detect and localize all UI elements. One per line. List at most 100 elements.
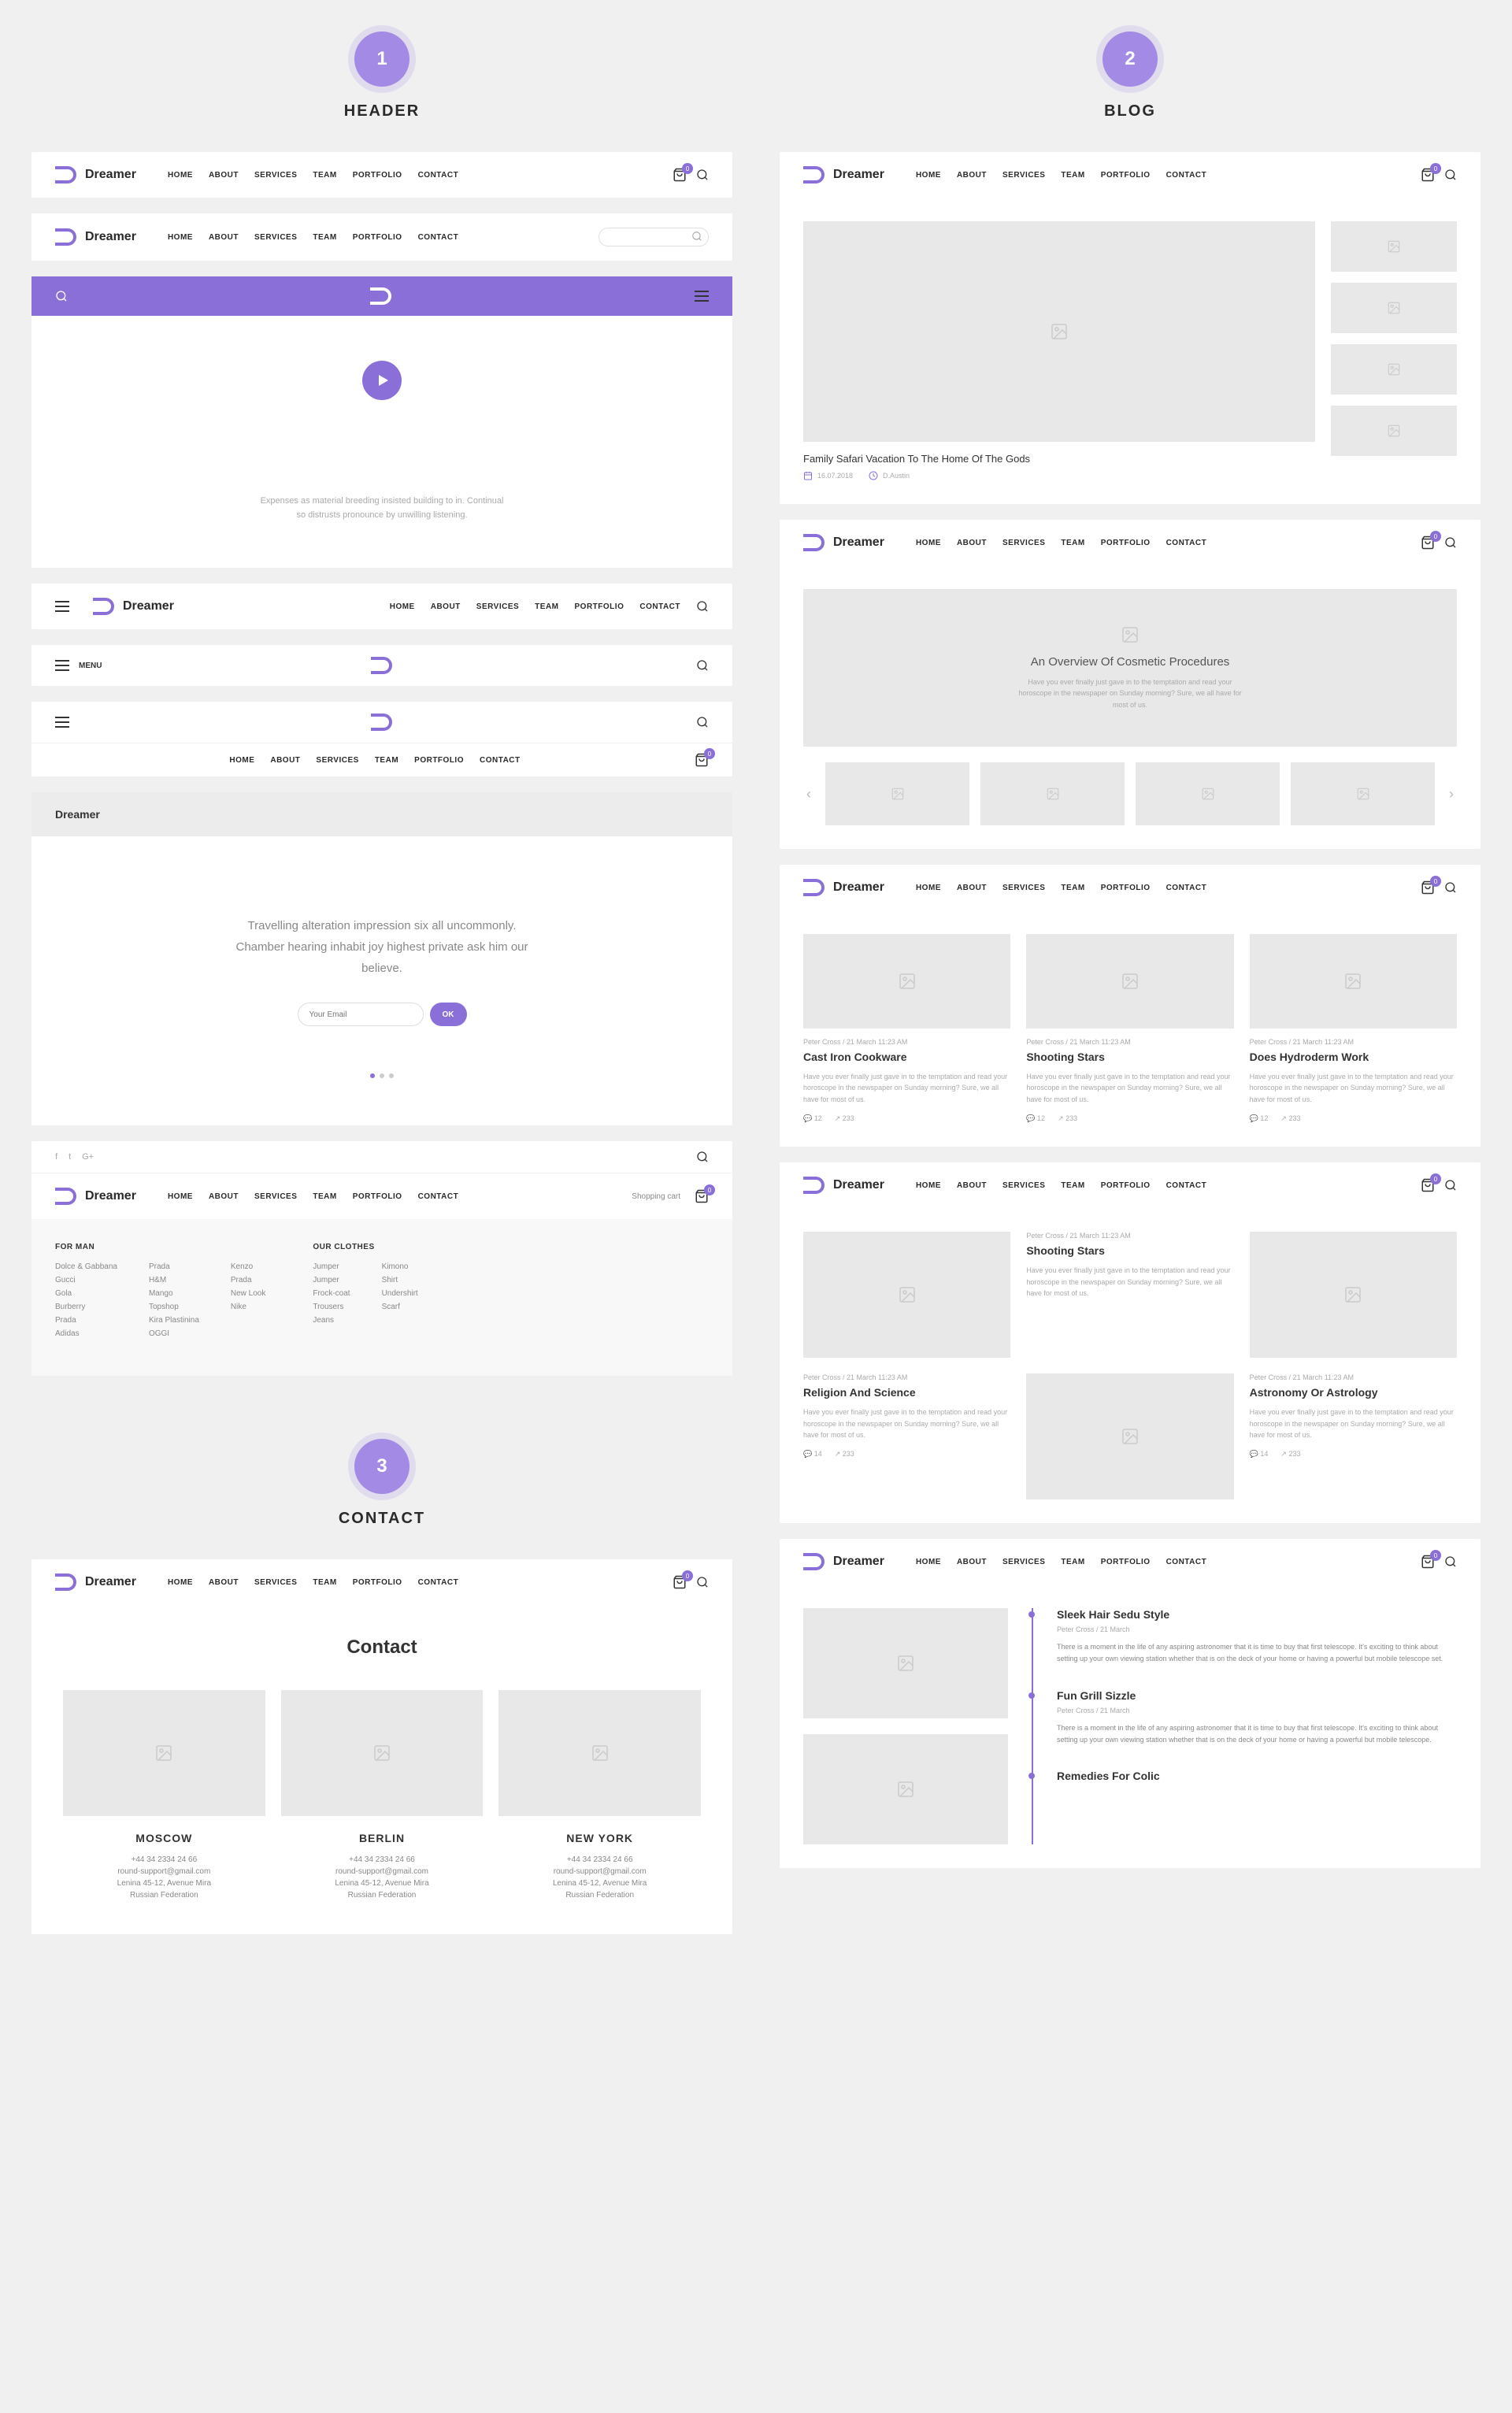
mega-link[interactable]: Adidas	[55, 1329, 117, 1338]
cart-button[interactable]: 0	[1421, 880, 1435, 895]
menu-button[interactable]	[55, 717, 69, 728]
nav-services[interactable]: SERVICES	[254, 233, 297, 242]
prev-arrow[interactable]: ‹	[803, 786, 814, 802]
nav-services[interactable]: SERVICES	[1002, 1181, 1045, 1190]
search-icon[interactable]	[696, 169, 709, 181]
nav-about[interactable]: ABOUT	[431, 602, 461, 611]
logo[interactable]: Dreamer	[803, 534, 884, 551]
search-icon[interactable]	[1444, 536, 1457, 549]
nav-services[interactable]: SERVICES	[1002, 884, 1045, 892]
timeline-item[interactable]: Fun Grill Sizzle Peter Cross / 21 March …	[1057, 1689, 1457, 1747]
cart-button[interactable]: 0	[1421, 168, 1435, 182]
mega-link[interactable]: Trousers	[313, 1303, 350, 1311]
nav-home[interactable]: HOME	[168, 233, 193, 242]
thumbnail[interactable]	[1331, 221, 1457, 272]
cart-button[interactable]: 0	[673, 168, 687, 182]
nav-about[interactable]: ABOUT	[209, 1578, 239, 1587]
nav-team[interactable]: TEAM	[313, 1192, 336, 1201]
logo[interactable]: Dreamer	[803, 1553, 884, 1570]
logo[interactable]: Dreamer	[55, 1188, 136, 1205]
nav-team[interactable]: TEAM	[313, 1578, 336, 1587]
cart-button[interactable]: 0	[695, 753, 709, 767]
nav-services[interactable]: SERVICES	[254, 171, 297, 180]
nav-portfolio[interactable]: PORTFOLIO	[353, 1192, 402, 1201]
timeline-item[interactable]: Remedies For Colic	[1057, 1770, 1457, 1782]
image-placeholder[interactable]	[1026, 1373, 1233, 1499]
nav-about[interactable]: ABOUT	[957, 539, 987, 547]
search-icon[interactable]	[696, 659, 709, 672]
mega-link[interactable]: OGGI	[149, 1329, 199, 1338]
blog-card[interactable]: Peter Cross / 21 March 11:23 AM Does Hyd…	[1250, 934, 1457, 1123]
timeline-item[interactable]: Sleek Hair Sedu Style Peter Cross / 21 M…	[1057, 1608, 1457, 1666]
nav-services[interactable]: SERVICES	[254, 1578, 297, 1587]
image-placeholder[interactable]	[803, 1232, 1010, 1358]
search-icon[interactable]	[691, 231, 702, 242]
logo[interactable]: Dreamer	[55, 228, 136, 246]
thumbnail[interactable]	[980, 762, 1125, 825]
nav-services[interactable]: SERVICES	[1002, 171, 1045, 180]
nav-contact[interactable]: CONTACT	[480, 756, 521, 765]
nav-team[interactable]: TEAM	[1061, 539, 1084, 547]
dot[interactable]	[389, 1073, 394, 1078]
mega-link[interactable]: Jumper	[313, 1276, 350, 1284]
mega-link[interactable]: New Look	[231, 1289, 265, 1298]
blog-card[interactable]: Peter Cross / 21 March 11:23 AM Shooting…	[1026, 934, 1233, 1123]
mega-link[interactable]: Nike	[231, 1303, 265, 1311]
thumbnail[interactable]	[1136, 762, 1280, 825]
cart-button[interactable]: 0	[695, 1189, 709, 1203]
mega-link[interactable]: Dolce & Gabbana	[55, 1262, 117, 1271]
nav-contact[interactable]: CONTACT	[418, 1578, 459, 1587]
nav-contact[interactable]: CONTACT	[1166, 1181, 1207, 1190]
nav-home[interactable]: HOME	[390, 602, 415, 611]
nav-team[interactable]: TEAM	[1061, 171, 1084, 180]
mega-link[interactable]: Prada	[55, 1316, 117, 1325]
mega-link[interactable]: Frock-coat	[313, 1289, 350, 1298]
mega-link[interactable]: Jeans	[313, 1316, 350, 1325]
nav-services[interactable]: SERVICES	[1002, 539, 1045, 547]
dot[interactable]	[370, 1073, 375, 1078]
nav-portfolio[interactable]: PORTFOLIO	[353, 233, 402, 242]
nav-home[interactable]: HOME	[229, 756, 254, 765]
nav-contact[interactable]: CONTACT	[418, 171, 459, 180]
logo[interactable]: Dreamer	[803, 1177, 884, 1194]
nav-home[interactable]: HOME	[168, 171, 193, 180]
nav-portfolio[interactable]: PORTFOLIO	[1101, 171, 1151, 180]
menu-button[interactable]	[695, 291, 709, 302]
nav-services[interactable]: SERVICES	[1002, 1558, 1045, 1566]
nav-services[interactable]: SERVICES	[254, 1192, 297, 1201]
nav-home[interactable]: HOME	[916, 1558, 941, 1566]
blog-feature[interactable]: Family Safari Vacation To The Home Of Th…	[803, 221, 1315, 480]
logo[interactable]: Dreamer	[93, 598, 174, 615]
mega-link[interactable]: Kenzo	[231, 1262, 265, 1271]
search-icon[interactable]	[696, 1151, 709, 1163]
menu-label[interactable]: MENU	[79, 662, 102, 670]
facebook-icon[interactable]: f	[55, 1152, 57, 1162]
search-icon[interactable]	[696, 1576, 709, 1588]
menu-button[interactable]	[55, 660, 69, 671]
nav-portfolio[interactable]: PORTFOLIO	[1101, 884, 1151, 892]
google-icon[interactable]: G+	[82, 1152, 94, 1162]
thumbnail[interactable]	[1291, 762, 1435, 825]
logo[interactable]: Dreamer	[55, 1573, 136, 1591]
email-input[interactable]	[298, 1003, 424, 1026]
nav-contact[interactable]: CONTACT	[1166, 539, 1207, 547]
menu-button[interactable]	[55, 601, 69, 612]
logo[interactable]: Dreamer	[803, 879, 884, 896]
thumbnail[interactable]	[803, 1608, 1008, 1718]
nav-about[interactable]: ABOUT	[957, 171, 987, 180]
nav-portfolio[interactable]: PORTFOLIO	[1101, 1181, 1151, 1190]
nav-team[interactable]: TEAM	[1061, 1558, 1084, 1566]
nav-about[interactable]: ABOUT	[957, 1181, 987, 1190]
nav-portfolio[interactable]: PORTFOLIO	[353, 1578, 402, 1587]
nav-contact[interactable]: CONTACT	[639, 602, 680, 611]
nav-services[interactable]: SERVICES	[476, 602, 519, 611]
mega-link[interactable]: Jumper	[313, 1262, 350, 1271]
nav-contact[interactable]: CONTACT	[1166, 1558, 1207, 1566]
nav-team[interactable]: TEAM	[375, 756, 398, 765]
cart-button[interactable]: 0	[1421, 1555, 1435, 1569]
nav-about[interactable]: ABOUT	[957, 1558, 987, 1566]
search-icon[interactable]	[1444, 1555, 1457, 1568]
nav-team[interactable]: TEAM	[535, 602, 558, 611]
logo[interactable]: Dreamer	[55, 166, 136, 183]
nav-home[interactable]: HOME	[916, 1181, 941, 1190]
